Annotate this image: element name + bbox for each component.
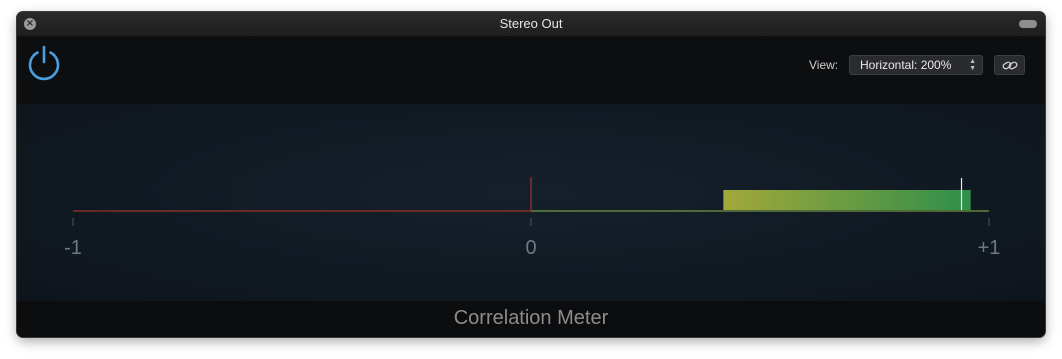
title-bar[interactable]: × Stereo Out (17, 12, 1045, 37)
power-icon[interactable] (25, 44, 63, 82)
scale-label: 0 (525, 237, 536, 259)
plugin-header: View: Horizontal: 200% ▲ ▼ (17, 37, 1045, 104)
correlation-meter-graphic: -1 0 +1 (64, 177, 1001, 259)
view-select-value: Horizontal: 200% (860, 58, 952, 72)
up-down-chevron-icon: ▲ ▼ (969, 58, 976, 72)
window-title: Stereo Out (499, 16, 563, 31)
correlation-bar (723, 190, 971, 210)
scale-label: +1 (978, 237, 1001, 259)
link-button[interactable] (994, 55, 1025, 75)
scale-label: -1 (64, 237, 82, 259)
view-select[interactable]: Horizontal: 200% ▲ ▼ (849, 55, 983, 75)
plugin-name: Correlation Meter (17, 301, 1045, 337)
plugin-window: × Stereo Out View: Horizontal: 200% ▲▼ (17, 12, 1045, 337)
correlation-meter-display: -1 0 +1 (17, 104, 1045, 301)
view-label: View: (809, 58, 839, 72)
link-icon (1002, 61, 1018, 70)
collapse-icon[interactable] (1019, 20, 1037, 28)
